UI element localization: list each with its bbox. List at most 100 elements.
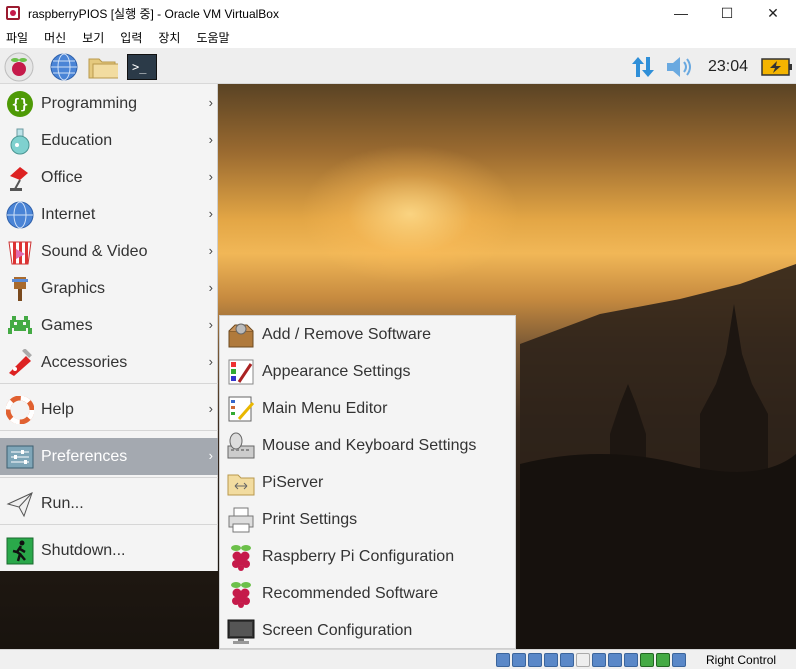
menu-machine[interactable]: 머신 <box>44 29 66 46</box>
submenu-item-mouse-keyboard-settings[interactable]: Mouse and Keyboard Settings <box>220 427 517 464</box>
close-button[interactable]: ✕ <box>750 0 796 26</box>
menu-item-internet[interactable]: Internet › <box>0 196 218 233</box>
menu-help[interactable]: 도움말 <box>196 29 229 46</box>
shared-folders-indicator-icon[interactable] <box>576 653 590 667</box>
submenu-item-main-menu-editor[interactable]: Main Menu Editor <box>220 390 517 427</box>
mouse-integration-indicator-icon[interactable] <box>640 653 654 667</box>
keyboard-capture-indicator-icon[interactable] <box>656 653 670 667</box>
menu-separator <box>0 430 218 431</box>
submenu-item-label: PiServer <box>262 473 324 491</box>
raspberry-menu-button[interactable] <box>4 52 34 82</box>
menu-item-education[interactable]: Education › <box>0 122 218 159</box>
terminal-prompt-glyph: >_ <box>132 60 147 74</box>
menu-item-games[interactable]: Games › <box>0 307 218 344</box>
menu-item-shutdown[interactable]: Shutdown... <box>0 532 218 569</box>
menu-item-label: Run... <box>41 494 84 512</box>
submenu-item-appearance-settings[interactable]: Appearance Settings <box>220 353 517 390</box>
menu-editor-icon <box>226 394 256 424</box>
menu-item-label: Accessories <box>41 353 128 371</box>
hard-disk-indicator-icon[interactable] <box>496 653 510 667</box>
submenu-item-label: Raspberry Pi Configuration <box>262 547 455 565</box>
power-status[interactable] <box>761 52 793 82</box>
submenu-arrow-icon: › <box>208 95 213 110</box>
submenu-item-label: Appearance Settings <box>262 362 411 380</box>
host-key-label: Right Control <box>706 653 777 667</box>
preferences-submenu: Add / Remove Software Appearance Setting… <box>219 315 516 649</box>
network-indicator-icon[interactable] <box>544 653 558 667</box>
speaker-icon <box>667 57 691 77</box>
submenu-item-screen-configuration[interactable]: Screen Configuration <box>220 612 517 649</box>
menu-view[interactable]: 보기 <box>82 29 104 46</box>
internet-icon <box>5 200 35 230</box>
submenu-item-piserver[interactable]: PiServer <box>220 464 517 501</box>
menu-item-label: Sound & Video <box>41 242 148 260</box>
maximize-button[interactable]: ☐ <box>704 0 750 26</box>
volume-control[interactable] <box>664 52 694 82</box>
submenu-arrow-icon: › <box>208 317 213 332</box>
menu-separator <box>0 383 218 384</box>
web-browser-button[interactable] <box>49 52 79 82</box>
minimize-button[interactable]: — <box>658 0 704 26</box>
menu-item-label: Help <box>41 400 74 418</box>
menu-item-preferences[interactable]: Preferences › <box>0 438 218 475</box>
optical-drive-indicator-icon[interactable] <box>512 653 526 667</box>
terminal-button[interactable]: >_ <box>127 52 157 82</box>
menu-item-label: Preferences <box>41 447 128 465</box>
submenu-item-add-remove-software[interactable]: Add / Remove Software <box>220 316 517 353</box>
menu-item-label: Programming <box>41 94 138 112</box>
virtualbox-app-icon <box>6 6 20 20</box>
menu-item-label: Graphics <box>41 279 106 297</box>
menu-item-run[interactable]: Run... <box>0 485 218 522</box>
submenu-arrow-icon: › <box>208 354 213 369</box>
submenu-item-print-settings[interactable]: Print Settings <box>220 501 517 538</box>
shutdown-icon <box>5 536 35 566</box>
printer-icon <box>226 505 256 535</box>
menu-item-label: Internet <box>41 205 96 223</box>
raspberry-icon <box>226 579 256 609</box>
monitor-icon <box>226 616 256 646</box>
menu-item-programming[interactable]: {} Programming › <box>0 85 218 122</box>
accessories-icon <box>5 348 35 378</box>
raspberry-menu-icon <box>4 52 34 82</box>
menu-item-sound-video[interactable]: Sound & Video › <box>0 233 218 270</box>
window-controls: — ☐ ✕ <box>658 0 796 26</box>
display-indicator-icon[interactable] <box>592 653 606 667</box>
network-arrows-icon <box>632 57 654 77</box>
cpu-indicator-icon[interactable] <box>624 653 638 667</box>
menu-item-office[interactable]: Office › <box>0 159 218 196</box>
menu-item-graphics[interactable]: Graphics › <box>0 270 218 307</box>
panel-clock[interactable]: 23:04 <box>708 58 748 76</box>
submenu-item-recommended-software[interactable]: Recommended Software <box>220 575 517 612</box>
office-icon <box>5 163 35 193</box>
menu-file[interactable]: 파일 <box>6 29 28 46</box>
menu-item-help[interactable]: Help › <box>0 391 218 428</box>
menu-item-label: Shutdown... <box>41 541 126 559</box>
file-manager-button[interactable] <box>88 52 118 82</box>
globe-icon <box>50 53 78 81</box>
usb-indicator-icon[interactable] <box>560 653 574 667</box>
menu-input[interactable]: 입력 <box>120 29 142 46</box>
window-title: raspberryPIOS [실행 중] - Oracle VM Virtual… <box>28 6 279 21</box>
network-status[interactable] <box>628 52 658 82</box>
submenu-item-label: Add / Remove Software <box>262 325 431 343</box>
submenu-arrow-icon: › <box>208 448 213 463</box>
menu-devices[interactable]: 장치 <box>158 29 180 46</box>
submenu-arrow-icon: › <box>208 206 213 221</box>
recording-indicator-icon[interactable] <box>608 653 622 667</box>
terminal-icon: >_ <box>127 54 157 80</box>
mouse-keyboard-icon <box>226 431 256 461</box>
sound-video-icon <box>5 237 35 267</box>
graphics-icon <box>5 274 35 304</box>
host-key-indicator-icon[interactable] <box>672 653 686 667</box>
main-menu: {} Programming › Education › Office › In… <box>0 84 218 571</box>
education-icon <box>5 126 35 156</box>
submenu-arrow-icon: › <box>208 401 213 416</box>
preferences-icon <box>5 442 35 472</box>
submenu-item-raspberry-pi-configuration[interactable]: Raspberry Pi Configuration <box>220 538 517 575</box>
audio-indicator-icon[interactable] <box>528 653 542 667</box>
games-icon <box>5 311 35 341</box>
guest-display: >_ 23:04 {} Programming › Education › Of… <box>0 48 796 649</box>
submenu-item-label: Mouse and Keyboard Settings <box>262 436 477 454</box>
menu-item-accessories[interactable]: Accessories › <box>0 344 218 381</box>
piserver-icon <box>226 468 256 498</box>
